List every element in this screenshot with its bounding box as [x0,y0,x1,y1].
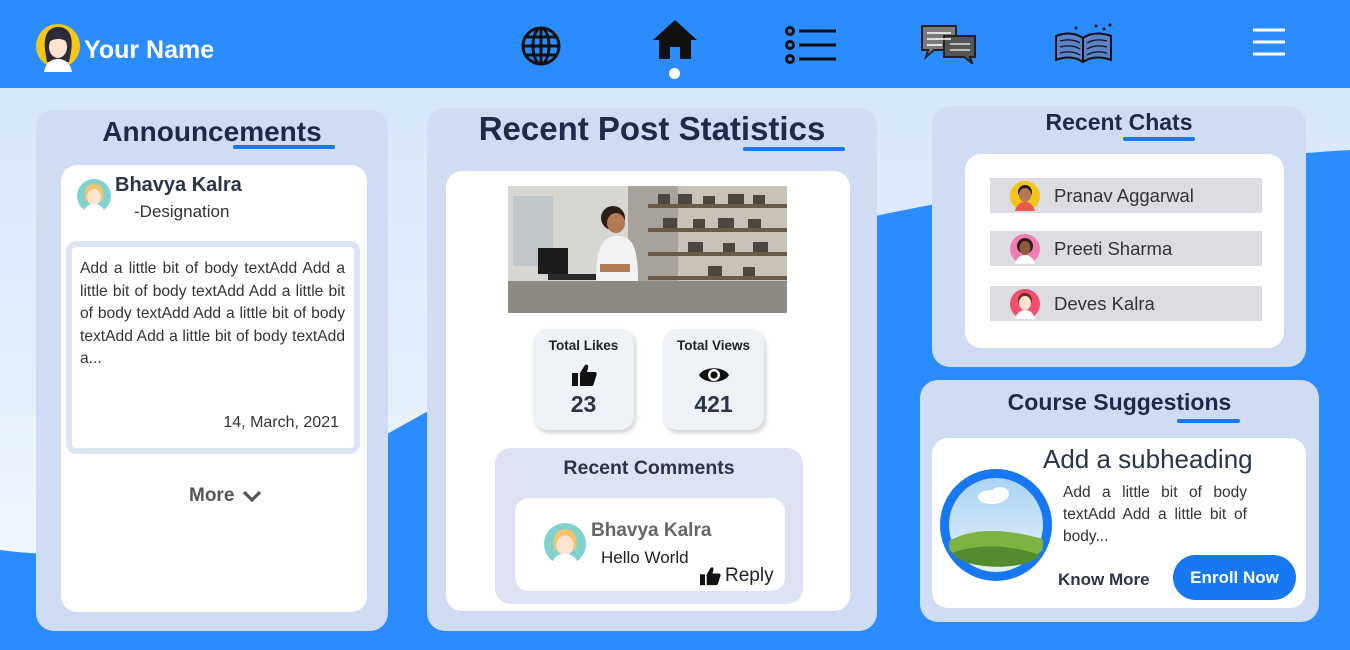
course-subheading: Add a subheading [1043,444,1253,474]
globe-icon[interactable] [520,25,562,67]
total-views-value: 421 [694,391,733,417]
comment-text: Hello World [601,548,689,567]
course-description: Add a little bit of body textAdd Add a l… [1063,484,1247,545]
announcement-panel: Bhavya Kalra -Designation Add a little b… [61,165,367,612]
chevron-down-icon [243,490,262,503]
chat-list: Pranav Aggarwal Preeti Sharma Deves Kalr… [965,154,1284,348]
total-likes-label: Total Likes [548,338,619,353]
course-panel: Add a subheading Add a little bit of bod… [932,438,1306,608]
user-profile[interactable]: Your Name [36,22,214,72]
author-avatar-icon [77,179,111,213]
list-icon[interactable] [785,26,837,64]
home-icon[interactable] [652,18,698,60]
post-image[interactable] [508,186,787,313]
enroll-now-button[interactable]: Enroll Now [1173,555,1296,600]
title-underline [1177,419,1240,423]
chat-item[interactable]: Preeti Sharma [990,231,1262,266]
more-button[interactable]: More [189,485,262,507]
announcement-message: Add a little bit of body textAdd Add a l… [66,241,360,454]
eye-icon [698,368,729,382]
reply-label: Reply [725,565,774,586]
thumbs-up-icon [571,364,597,386]
total-views-stat: Total Views 421 [663,329,764,430]
user-avatar-icon [36,24,80,72]
contact-avatar-icon [1010,288,1040,319]
course-suggestions-card: Course Suggestions Add a subheading Add … [920,380,1319,622]
know-more-link[interactable]: Know More [1058,570,1150,590]
more-label: More [189,485,235,506]
announcement-body: Add a little bit of body textAdd Add a l… [80,260,345,367]
user-name: Your Name [84,35,215,64]
contact-name: Pranav Aggarwal [1054,184,1194,206]
total-likes-stat: Total Likes 23 [533,329,634,430]
post-statistics-title: Recent Post Statistics [478,110,826,147]
title-underline [233,145,335,149]
announcements-card: Announcements Bhavya Kalra -Designation … [36,110,388,631]
thumbs-up-icon [700,567,721,586]
reply-button[interactable]: Reply [699,565,774,587]
author-designation: -Designation [134,202,230,221]
total-likes-value: 23 [570,391,597,417]
top-navigation-bar: Your Name [0,0,1350,88]
post-statistics-card: Recent Post Statistics Total Likes 23 To… [427,108,877,631]
announcements-title: Announcements [102,116,322,147]
author-name: Bhavya Kalra [115,174,242,196]
total-views-label: Total Views [676,338,751,353]
contact-avatar-icon [1010,180,1040,211]
post-statistics-panel: Total Likes 23 Total Views 421 Recent Co… [446,171,850,611]
title-underline [1123,137,1195,141]
chat-item[interactable]: Pranav Aggarwal [990,178,1262,213]
course-image-placeholder[interactable] [940,469,1052,581]
commenter-avatar-icon [544,523,586,565]
menu-icon[interactable] [1253,28,1285,56]
recent-chats-title: Recent Chats [1045,109,1193,135]
recent-comments-section: Recent Comments Bhavya Kalra Hello World… [495,448,803,604]
commenter-name: Bhavya Kalra [591,520,712,541]
chat-item[interactable]: Deves Kalra [990,286,1262,321]
recent-comments-title: Recent Comments [563,457,735,479]
contact-avatar-icon [1010,233,1040,264]
contact-name: Preeti Sharma [1054,237,1173,259]
title-underline [743,147,845,151]
book-icon[interactable] [1052,22,1115,64]
chat-icon[interactable] [920,24,977,64]
announcement-date: 14, March, 2021 [223,414,339,431]
active-nav-indicator [669,68,680,79]
contact-name: Deves Kalra [1054,292,1155,314]
course-suggestions-title: Course Suggestions [1007,389,1232,415]
recent-chats-card: Recent Chats Pranav Aggarwal Preeti Shar… [932,106,1306,367]
comment-item: Bhavya Kalra Hello World Reply [515,498,785,591]
